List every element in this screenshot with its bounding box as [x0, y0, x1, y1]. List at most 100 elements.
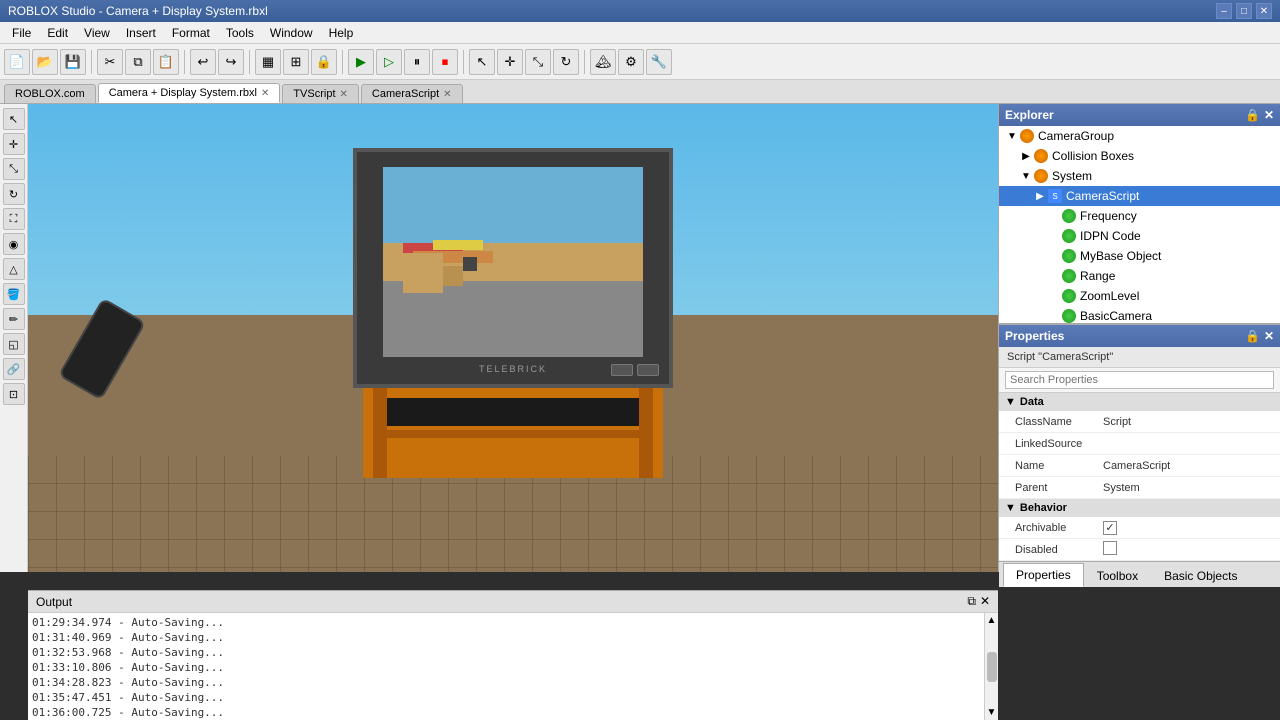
output-body: 01:29:34.974 - Auto-Saving... 01:31:40.9…	[28, 613, 998, 720]
toolbar-play-here[interactable]: ▷	[376, 49, 402, 75]
toolbar-save[interactable]: 💾	[60, 49, 86, 75]
menu-insert[interactable]: Insert	[118, 24, 164, 42]
output-line-3: 01:32:53.968 - Auto-Saving...	[32, 645, 980, 660]
toolbar-redo[interactable]: ↪	[218, 49, 244, 75]
tab-tvscript-label: TVScript	[293, 88, 335, 100]
output-scroll-thumb[interactable]	[987, 652, 997, 682]
menu-tools[interactable]: Tools	[218, 24, 262, 42]
prop-checkbox-archivable[interactable]	[1103, 521, 1117, 535]
tree-item-zoomlevel[interactable]: ▶ ZoomLevel	[999, 286, 1280, 306]
right-panel: Explorer 🔒 ✕ ▼ CameraGroup ▶	[998, 104, 1280, 572]
tree-item-idpncode[interactable]: ▶ IDPN Code	[999, 226, 1280, 246]
toolbar-open[interactable]: 📂	[32, 49, 58, 75]
prop-section-data-arrow[interactable]: ▼	[1005, 396, 1016, 408]
sidebar-btn-5[interactable]: ⛶	[3, 208, 25, 230]
sidebar-btn-12[interactable]: ⊡	[3, 383, 25, 405]
output-scroll-down-icon[interactable]: ▼	[987, 707, 997, 718]
prop-name-linkedsource: LinkedSource	[999, 438, 1099, 450]
tree-arrow-collisionboxes[interactable]: ▶	[1019, 151, 1033, 162]
sidebar-btn-4[interactable]: ↻	[3, 183, 25, 205]
tree-item-system[interactable]: ▼ System	[999, 166, 1280, 186]
toolbar-undo[interactable]: ↩	[190, 49, 216, 75]
toolbar-sep-5	[463, 50, 464, 74]
sidebar-btn-10[interactable]: ◱	[3, 333, 25, 355]
tree-view[interactable]: ▼ CameraGroup ▶ Collision Boxes ▼ System	[999, 126, 1280, 323]
toolbar-cut[interactable]: ✂	[97, 49, 123, 75]
toolbar-paste[interactable]: 📋	[153, 49, 179, 75]
sidebar-btn-11[interactable]: 🔗	[3, 358, 25, 380]
minimize-button[interactable]: –	[1216, 3, 1232, 19]
output-scrollbar[interactable]: ▲ ▼	[984, 613, 998, 720]
tree-item-collisionboxes[interactable]: ▶ Collision Boxes	[999, 146, 1280, 166]
bottom-tab-basic-objects[interactable]: Basic Objects	[1151, 564, 1250, 587]
prop-section-behavior-arrow[interactable]: ▼	[1005, 502, 1016, 514]
sidebar-btn-8[interactable]: 🪣	[3, 283, 25, 305]
explorer-close-icon[interactable]: ✕	[1264, 108, 1274, 122]
explorer-lock-icon[interactable]: 🔒	[1245, 108, 1260, 122]
viewport[interactable]: TELEBRICK	[28, 104, 998, 572]
menu-edit[interactable]: Edit	[39, 24, 76, 42]
tab-camerascript[interactable]: CameraScript ✕	[361, 84, 463, 103]
sidebar-btn-7[interactable]: △	[3, 258, 25, 280]
tab-camerascript-close-icon[interactable]: ✕	[443, 89, 451, 100]
toolbar-new[interactable]: 📄	[4, 49, 30, 75]
toolbar-plugin1[interactable]: ⚙	[618, 49, 644, 75]
prop-checkbox-disabled[interactable]	[1103, 541, 1117, 555]
tree-item-range[interactable]: ▶ Range	[999, 266, 1280, 286]
menu-window[interactable]: Window	[262, 24, 321, 42]
tab-roblox[interactable]: ROBLOX.com	[4, 84, 96, 103]
tv-container: TELEBRICK	[343, 148, 683, 478]
toolbar-scale[interactable]: ⤡	[525, 49, 551, 75]
prop-search-input[interactable]	[1005, 371, 1274, 389]
tree-icon-zoomlevel	[1061, 288, 1077, 304]
toolbar-plugin2[interactable]: 🔧	[646, 49, 672, 75]
tab-camera-system[interactable]: Camera + Display System.rbxl ✕	[98, 83, 281, 103]
tree-arrow-cameragroup1[interactable]: ▼	[1005, 131, 1019, 142]
properties-header: Properties 🔒 ✕	[999, 325, 1280, 347]
toolbar-lock[interactable]: 🔒	[311, 49, 337, 75]
output-expand-icon[interactable]: ⧉	[967, 594, 976, 609]
menu-format[interactable]: Format	[164, 24, 218, 42]
tab-camera-close-icon[interactable]: ✕	[261, 88, 269, 99]
sidebar-btn-9[interactable]: ✏	[3, 308, 25, 330]
menu-view[interactable]: View	[76, 24, 118, 42]
toolbar-select[interactable]: ↖	[469, 49, 495, 75]
tree-arrow-camerascript[interactable]: ▶	[1033, 191, 1047, 202]
toolbar-rotate[interactable]: ↻	[553, 49, 579, 75]
prop-name-name: Name	[999, 460, 1099, 472]
tree-label-mybaseobject: MyBase Object	[1080, 249, 1161, 263]
tree-arrow-system[interactable]: ▼	[1019, 171, 1033, 182]
tab-tvscript-close-icon[interactable]: ✕	[340, 89, 348, 100]
properties-close-icon[interactable]: ✕	[1264, 329, 1274, 343]
sidebar-btn-3[interactable]: ⤡	[3, 158, 25, 180]
bottom-tab-toolbox[interactable]: Toolbox	[1084, 564, 1151, 587]
toolbar-stop[interactable]: ⏹	[432, 49, 458, 75]
toolbar-copy[interactable]: ⧉	[125, 49, 151, 75]
tv-body: TELEBRICK	[353, 148, 673, 388]
maximize-button[interactable]: □	[1236, 3, 1252, 19]
output-close-icon[interactable]: ✕	[980, 594, 990, 609]
sidebar-btn-1[interactable]: ↖	[3, 108, 25, 130]
tree-item-frequency[interactable]: ▶ Frequency	[999, 206, 1280, 226]
output-scroll-up-icon[interactable]: ▲	[987, 615, 997, 626]
menu-help[interactable]: Help	[321, 24, 362, 42]
sidebar-btn-6[interactable]: ◉	[3, 233, 25, 255]
toolbar-terrain[interactable]: 🏔	[590, 49, 616, 75]
bottom-tab-properties[interactable]: Properties	[1003, 563, 1084, 587]
toolbar-pause[interactable]: ⏸	[404, 49, 430, 75]
tree-item-mybaseobject[interactable]: ▶ MyBase Object	[999, 246, 1280, 266]
properties-lock-icon[interactable]: 🔒	[1245, 329, 1260, 343]
tv-button-2	[637, 364, 659, 376]
close-button[interactable]: ✕	[1256, 3, 1272, 19]
output-line-7: 01:36:00.725 - Auto-Saving...	[32, 705, 980, 720]
toolbar-play[interactable]: ▶	[348, 49, 374, 75]
menu-file[interactable]: File	[4, 24, 39, 42]
toolbar-group[interactable]: ▦	[255, 49, 281, 75]
tree-item-camerascript[interactable]: ▶ S CameraScript	[999, 186, 1280, 206]
toolbar-ungroup[interactable]: ⊞	[283, 49, 309, 75]
tree-item-cameragroup1[interactable]: ▼ CameraGroup	[999, 126, 1280, 146]
sidebar-btn-2[interactable]: ✛	[3, 133, 25, 155]
tab-tvscript[interactable]: TVScript ✕	[282, 84, 359, 103]
toolbar-move[interactable]: ✛	[497, 49, 523, 75]
tree-item-basiccamera[interactable]: ▶ BasicCamera	[999, 306, 1280, 323]
